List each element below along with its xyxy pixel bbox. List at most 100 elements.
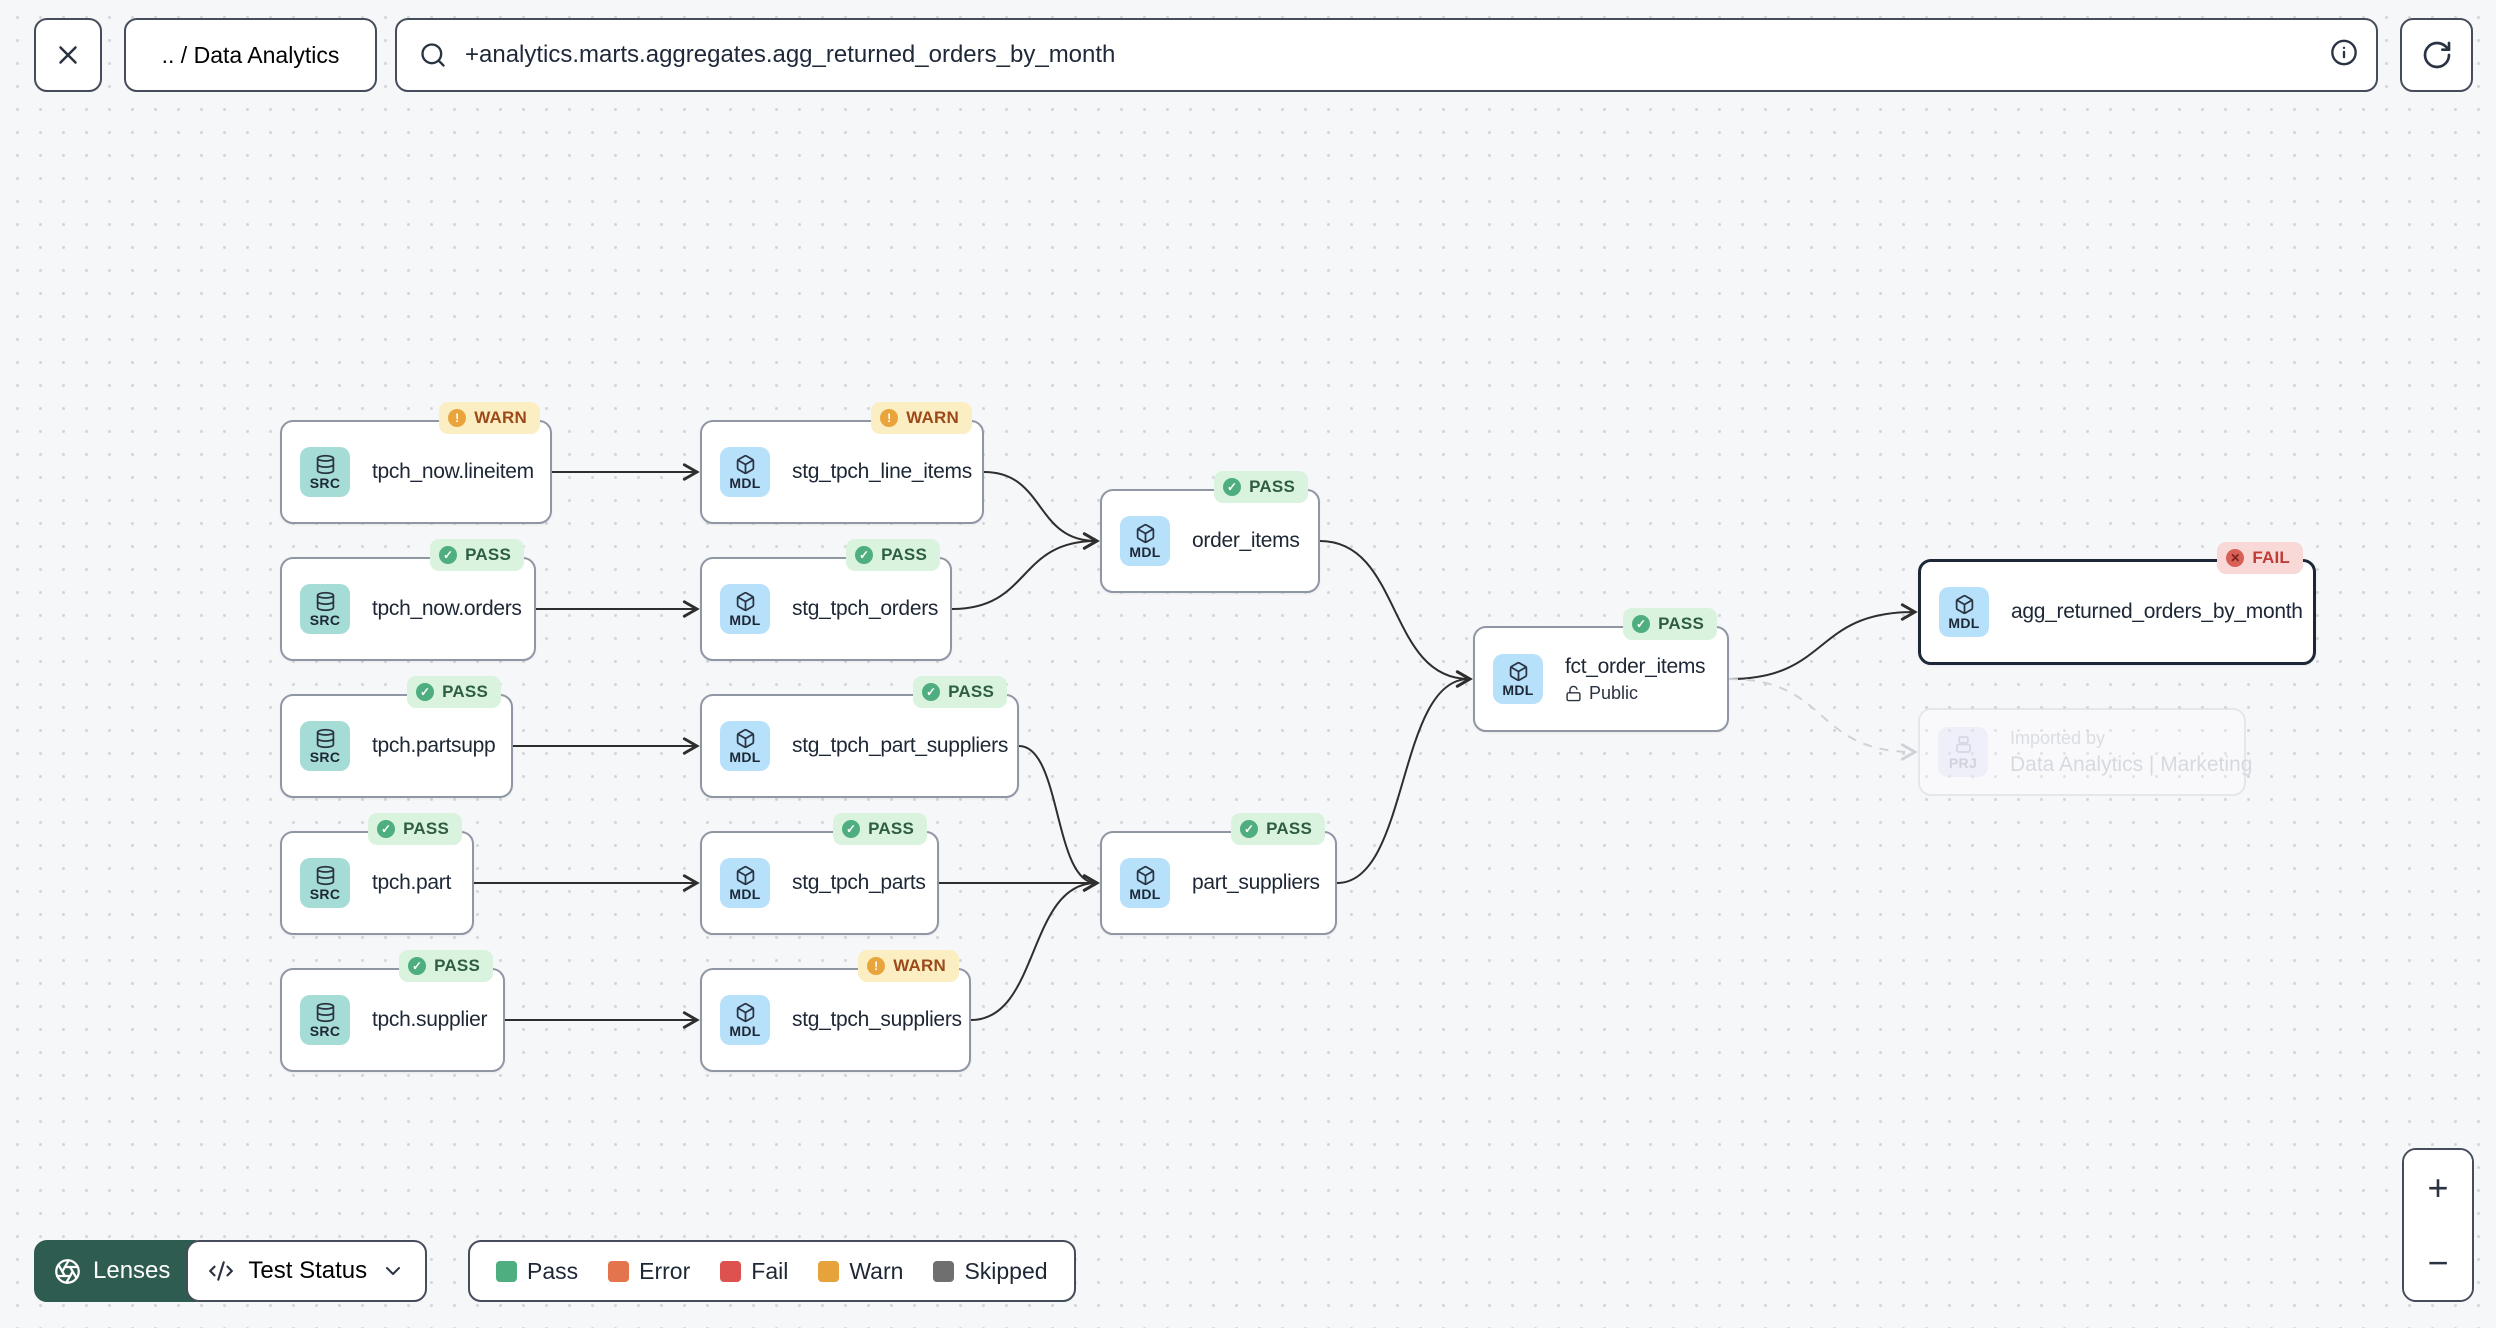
lineage-edge [951, 532, 1100, 610]
lineage-edge [1336, 670, 1473, 884]
node-title: Data Analytics | Marketing [2010, 752, 2253, 776]
status-label: PASS [948, 682, 994, 701]
graph-node-stg_tpch_parts[interactable]: ✓ PASS MDL stg_tpch_parts [700, 813, 939, 935]
node-title: tpch.part [372, 871, 452, 894]
graph-node-tpch_now_lineitem[interactable]: ! WARN SRC tpch_now.lineitem [280, 402, 552, 524]
node-kind-chip: SRC [300, 858, 350, 908]
lenses-button[interactable]: Lenses [34, 1240, 197, 1302]
lineage-edge [970, 874, 1100, 1021]
status-label: PASS [881, 545, 927, 564]
node-title: agg_returned_orders_by_month [2011, 600, 2303, 623]
node-kind-chip: SRC [300, 584, 350, 634]
lineage-edge [1018, 745, 1100, 892]
status-badge: ! WARN [858, 950, 959, 982]
node-title: tpch_now.lineitem [372, 460, 534, 483]
status-label: PASS [1249, 477, 1295, 496]
node-kind-label: SRC [309, 749, 341, 765]
status-badge: ✓ PASS [399, 950, 493, 982]
node-kind-chip: MDL [720, 995, 770, 1045]
node-kind-label: PRJ [1948, 755, 1978, 771]
database-icon [316, 1002, 334, 1023]
graph-node-imported_by[interactable]: PRJ Imported by Data Analytics | Marketing [1918, 708, 2253, 796]
status-badge: ✓ PASS [1623, 608, 1717, 640]
status-label: WARN [474, 408, 527, 427]
graph-node-part_suppliers[interactable]: ✓ PASS MDL part_suppliers [1100, 813, 1337, 935]
graph-node-tpch_partsupp[interactable]: ✓ PASS SRC tpch.partsupp [280, 676, 513, 798]
status-badge: ✓ PASS [430, 539, 524, 571]
cube-icon [736, 865, 754, 886]
status-badge: ✕ FAIL [2217, 542, 2303, 574]
graph-node-tpch_now_orders[interactable]: ✓ PASS SRC tpch_now.orders [280, 539, 536, 661]
status-label: PASS [1266, 819, 1312, 838]
lens-selector-label: Test Status [248, 1257, 368, 1284]
lens-selector-dropdown[interactable]: Test Status [186, 1240, 428, 1302]
lineage-edge [1319, 540, 1473, 688]
cube-icon [736, 454, 754, 475]
chevron-down-icon [386, 1267, 401, 1275]
status-dot-icon: ! [448, 409, 467, 427]
node-kind-label: MDL [1129, 886, 1161, 902]
status-label: PASS [403, 819, 449, 838]
graph-node-agg_returned_orders_by_month[interactable]: ✕ FAIL MDL agg_returned_orders_by_month [1918, 542, 2316, 665]
legend-swatch [933, 1260, 955, 1282]
status-dot-icon: ! [880, 409, 899, 427]
aperture-icon [55, 1258, 80, 1284]
status-label: PASS [465, 545, 511, 564]
status-dot-icon: ✓ [922, 683, 941, 701]
status-dot-icon: ✓ [1223, 478, 1242, 496]
node-kind-chip: MDL [1939, 587, 1989, 637]
legend-swatch [608, 1260, 630, 1282]
status-dot-icon: ! [867, 957, 886, 975]
graph-node-tpch_supplier[interactable]: ✓ PASS SRC tpch.supplier [280, 950, 505, 1072]
graph-node-stg_tpch_line_items[interactable]: ! WARN MDL stg_tpch_line_items [700, 402, 984, 524]
node-kind-chip: SRC [300, 721, 350, 771]
node-access-label: Public [1565, 683, 1705, 704]
status-dot-icon: ✓ [855, 546, 874, 564]
node-kind-chip: PRJ [1938, 727, 1988, 777]
status-badge: ✓ PASS [846, 539, 940, 571]
status-badge: ✓ PASS [1231, 813, 1325, 845]
lenses-controls: Lenses Test Status [34, 1240, 428, 1302]
node-title: stg_tpch_suppliers [792, 1008, 962, 1031]
graph-node-stg_tpch_suppliers[interactable]: ! WARN MDL stg_tpch_suppliers [700, 950, 971, 1072]
node-subtitle: Imported by [2010, 727, 2106, 748]
node-kind-chip: MDL [720, 721, 770, 771]
node-kind-label: MDL [729, 612, 761, 628]
graph-node-order_items[interactable]: ✓ PASS MDL order_items [1100, 471, 1320, 593]
graph-node-stg_tpch_part_suppliers[interactable]: ✓ PASS MDL stg_tpch_part_suppliers [700, 676, 1019, 798]
graph-node-tpch_part[interactable]: ✓ PASS SRC tpch.part [280, 813, 474, 935]
status-label: PASS [1658, 614, 1704, 633]
cube-icon [1509, 661, 1527, 682]
zoom-controls: + − [2402, 1148, 2474, 1302]
zoom-out-button[interactable]: − [2404, 1225, 2472, 1300]
node-kind-label: SRC [309, 612, 341, 628]
status-label: FAIL [2252, 548, 2290, 567]
status-dot-icon: ✓ [842, 820, 861, 838]
legend-swatch [496, 1260, 517, 1282]
node-kind-label: SRC [309, 1023, 341, 1039]
graph-node-fct_order_items[interactable]: ✓ PASS MDL fct_order_items Public [1473, 608, 1729, 732]
status-label: PASS [868, 819, 914, 838]
node-title: tpch_now.orders [372, 597, 522, 620]
node-kind-chip: MDL [720, 584, 770, 634]
legend-item-skipped: Skipped [933, 1258, 1048, 1285]
node-kind-chip: MDL [1493, 654, 1543, 704]
node-kind-label: MDL [729, 1023, 761, 1039]
graph-node-stg_tpch_orders[interactable]: ✓ PASS MDL stg_tpch_orders [700, 539, 952, 661]
lenses-label: Lenses [93, 1257, 171, 1284]
status-badge: ! WARN [439, 402, 540, 434]
status-dot-icon: ✓ [416, 683, 435, 701]
lineage-edge [1728, 603, 1918, 680]
node-kind-chip: MDL [720, 858, 770, 908]
cube-icon [736, 728, 754, 749]
status-dot-icon: ✓ [408, 957, 427, 975]
lock-open-icon [1566, 685, 1581, 701]
node-kind-chip: MDL [720, 447, 770, 497]
status-badge: ✓ PASS [368, 813, 462, 845]
zoom-in-button[interactable]: + [2404, 1150, 2472, 1225]
node-kind-label: MDL [1129, 544, 1161, 560]
node-title: stg_tpch_parts [792, 871, 926, 894]
legend-swatch [818, 1260, 840, 1282]
status-badge: ✓ PASS [407, 676, 501, 708]
status-label: PASS [434, 956, 480, 975]
